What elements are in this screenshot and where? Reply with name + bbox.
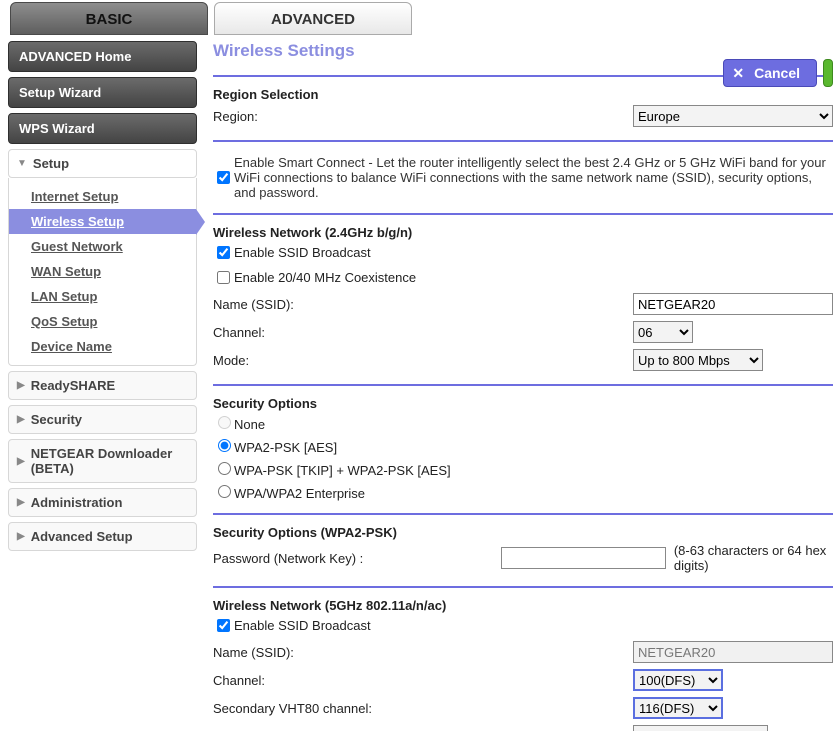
sidebar: ADVANCED Home Setup Wizard WPS Wizard ▼S… — [0, 35, 205, 731]
sidebar-nav-advanced-home[interactable]: ADVANCED Home — [8, 41, 197, 72]
channel-24-select[interactable]: 06 — [633, 321, 693, 343]
sidebar-section-advanced-setup[interactable]: ▶Advanced Setup — [8, 522, 197, 551]
security-24-none-radio[interactable] — [218, 416, 231, 429]
sidebar-section-netgear-downloader[interactable]: ▶NETGEAR Downloader (BETA) — [8, 439, 197, 483]
ssid-broadcast-24-checkbox[interactable] — [217, 246, 230, 259]
ssid-5-label: Name (SSID): — [213, 645, 633, 660]
sidebar-section-administration[interactable]: ▶Administration — [8, 488, 197, 517]
sidebar-item-wan-setup[interactable]: WAN Setup — [9, 259, 196, 284]
sidebar-item-guest-network[interactable]: Guest Network — [9, 234, 196, 259]
password-hint: (8-63 characters or 64 hex digits) — [674, 543, 833, 573]
region-selection-head: Region Selection — [213, 87, 833, 102]
sidebar-nav-wps-wizard[interactable]: WPS Wizard — [8, 113, 197, 144]
vht-channel-label: Secondary VHT80 channel: — [213, 701, 633, 716]
ssid-24-label: Name (SSID): — [213, 297, 633, 312]
mode-5-select[interactable]: Up to 1733 Mbps — [633, 725, 768, 731]
mode-24-label: Mode: — [213, 353, 633, 368]
security-24-none-label: None — [234, 417, 265, 432]
tab-advanced[interactable]: ADVANCED — [214, 2, 412, 35]
security-24-enterprise-radio[interactable] — [218, 485, 231, 498]
ssid-broadcast-5-checkbox[interactable] — [217, 619, 230, 632]
chevron-right-icon: ▶ — [17, 380, 25, 391]
channel-5-select[interactable]: 100(DFS) — [633, 669, 723, 691]
apply-button[interactable] — [823, 59, 833, 87]
chevron-right-icon: ▶ — [17, 497, 25, 508]
coexistence-label: Enable 20/40 MHz Coexistence — [234, 270, 416, 285]
region-label: Region: — [213, 109, 633, 124]
security-24-enterprise-label: WPA/WPA2 Enterprise — [234, 486, 365, 501]
region-select[interactable]: Europe — [633, 105, 833, 127]
sidebar-setup-submenu: Internet Setup Wireless Setup Guest Netw… — [8, 178, 197, 366]
sidebar-item-internet-setup[interactable]: Internet Setup — [9, 184, 196, 209]
security-24-wpa2-radio[interactable] — [218, 439, 231, 452]
coexistence-checkbox[interactable] — [217, 271, 230, 284]
wireless-24-head: Wireless Network (2.4GHz b/g/n) — [213, 225, 833, 240]
security-24-head: Security Options — [213, 396, 833, 411]
vht-channel-select[interactable]: 116(DFS) — [633, 697, 723, 719]
ssid-broadcast-5-label: Enable SSID Broadcast — [234, 618, 371, 633]
password-input[interactable] — [501, 547, 666, 569]
security-pw-head: Security Options (WPA2-PSK) — [213, 525, 833, 540]
ssid-5-input[interactable] — [633, 641, 833, 663]
password-label: Password (Network Key) : — [213, 551, 501, 566]
tab-basic[interactable]: BASIC — [10, 2, 208, 35]
close-icon: ✕ — [732, 65, 744, 82]
chevron-down-icon: ▼ — [17, 158, 27, 169]
chevron-right-icon: ▶ — [17, 456, 25, 467]
ssid-broadcast-24-label: Enable SSID Broadcast — [234, 245, 371, 260]
sidebar-section-readyshare[interactable]: ▶ReadySHARE — [8, 371, 197, 400]
sidebar-item-lan-setup[interactable]: LAN Setup — [9, 284, 196, 309]
chevron-right-icon: ▶ — [17, 414, 25, 425]
smart-connect-checkbox[interactable] — [217, 171, 230, 184]
sidebar-section-setup[interactable]: ▼Setup — [8, 149, 197, 178]
sidebar-item-qos-setup[interactable]: QoS Setup — [9, 309, 196, 334]
security-24-wpa2-label: WPA2-PSK [AES] — [234, 440, 337, 455]
channel-5-label: Channel: — [213, 673, 633, 688]
sidebar-nav-setup-wizard[interactable]: Setup Wizard — [8, 77, 197, 108]
security-24-mixed-label: WPA-PSK [TKIP] + WPA2-PSK [AES] — [234, 463, 451, 478]
ssid-24-input[interactable] — [633, 293, 833, 315]
sidebar-item-device-name[interactable]: Device Name — [9, 334, 196, 359]
channel-24-label: Channel: — [213, 325, 633, 340]
smart-connect-label: Enable Smart Connect - Let the router in… — [234, 155, 833, 200]
chevron-right-icon: ▶ — [17, 531, 25, 542]
wireless-5-head: Wireless Network (5GHz 802.11a/n/ac) — [213, 598, 833, 613]
security-24-mixed-radio[interactable] — [218, 462, 231, 475]
sidebar-section-security[interactable]: ▶Security — [8, 405, 197, 434]
sidebar-item-wireless-setup[interactable]: Wireless Setup — [9, 209, 196, 234]
cancel-button[interactable]: ✕Cancel — [723, 59, 817, 87]
mode-24-select[interactable]: Up to 800 Mbps — [633, 349, 763, 371]
